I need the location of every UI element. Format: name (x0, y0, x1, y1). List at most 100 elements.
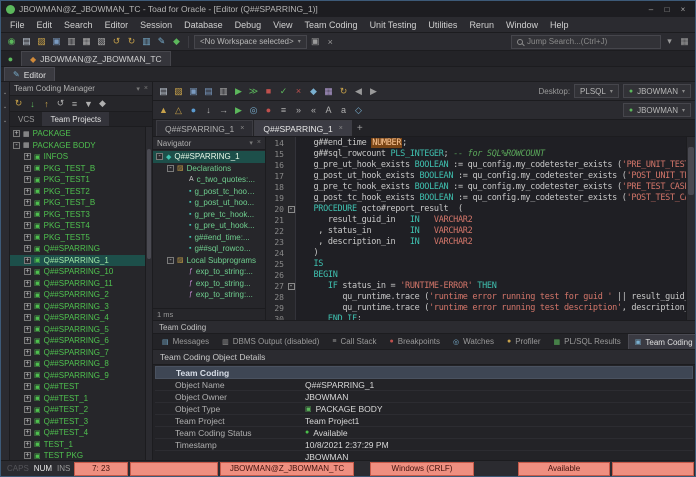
tree-item-exp-to-string[interactable]: ƒexp_to_string... (153, 278, 265, 290)
session-select[interactable]: ● JBOWMAN ▾ (623, 103, 691, 117)
expand-toggle-icon[interactable]: + (24, 234, 31, 241)
menu-search[interactable]: Search (58, 20, 99, 30)
code-line[interactable]: ) (299, 248, 686, 259)
tree-item-q-sparring-9[interactable]: +▣Q##SPARRING_9 (10, 370, 152, 382)
expand-toggle-icon[interactable]: + (24, 165, 31, 172)
session-browser-icon[interactable]: ◆ (170, 35, 183, 48)
menu-view[interactable]: View (267, 20, 298, 30)
minimize-button[interactable]: – (644, 3, 658, 15)
tree-item-q-sparring-3[interactable]: +▣Q##SPARRING_3 (10, 301, 152, 313)
tree-item-package[interactable]: +▦PACKAGE (10, 128, 152, 140)
expand-toggle-icon[interactable]: + (24, 257, 31, 264)
menu-utilities[interactable]: Utilities (422, 20, 463, 30)
expand-toggle-icon[interactable]: + (24, 349, 31, 356)
toggle-breakpoint-icon[interactable]: ● (262, 104, 275, 117)
expand-toggle-icon[interactable]: + (24, 153, 31, 160)
tree-item-q-sparring-1[interactable]: +▣Q##SPARRING_1 (10, 255, 152, 267)
expand-toggle-icon[interactable]: + (24, 418, 31, 425)
menu-edit[interactable]: Edit (31, 20, 59, 30)
copy-icon[interactable]: ▦ (80, 35, 93, 48)
new-tab-icon[interactable]: ▤ (157, 85, 170, 98)
code-line[interactable]: qu_runtime.trace ('runtime error running… (299, 303, 686, 314)
format-code-icon[interactable]: ≡ (277, 104, 290, 117)
expand-toggle-icon[interactable]: + (24, 395, 31, 402)
rollback-icon[interactable]: × (292, 85, 305, 98)
expand-toggle-icon[interactable]: + (24, 268, 31, 275)
tree-item-g-pre-ut-hook[interactable]: ▪g_pre_ut_hook... (153, 220, 265, 232)
expand-toggle-icon[interactable]: + (24, 406, 31, 413)
settings-icon[interactable]: ◆ (96, 97, 109, 110)
detail-row[interactable]: Team Coding Status●Available (155, 427, 693, 439)
strip-panel-icon[interactable]: ▪ (2, 104, 9, 111)
tab-team-projects[interactable]: Team Projects (42, 112, 109, 126)
close-workspace-icon[interactable]: × (324, 35, 337, 48)
bottom-tab-call-stack[interactable]: ≡Call Stack (326, 334, 382, 349)
tree-item-q-sparring-2[interactable]: +▣Q##SPARRING_2 (10, 289, 152, 301)
tree-item-test-pkg[interactable]: +▣TEST PKG (10, 450, 152, 460)
tree-item-q-test[interactable]: +▣Q##TEST (10, 381, 152, 393)
menu-team-coding[interactable]: Team Coding (299, 20, 364, 30)
desktop-select[interactable]: PLSQL ▾ (574, 84, 619, 98)
detail-row[interactable]: JBOWMAN (155, 451, 693, 460)
describe-icon[interactable]: ▦ (322, 85, 335, 98)
bottom-tab-pl-sql-results[interactable]: ▦PL/SQL Results (548, 334, 627, 349)
code-text[interactable]: g##end_time NUMBER; g##sql_rowcount PLS_… (296, 137, 686, 320)
outdent-icon[interactable]: « (307, 104, 320, 117)
code-line[interactable]: IS (299, 259, 686, 270)
uppercase-icon[interactable]: A (322, 104, 335, 117)
open-file-icon[interactable]: ▨ (35, 35, 48, 48)
detail-row[interactable]: Timestamp10/8/2021 2:37:29 PM (155, 439, 693, 451)
close-button[interactable]: × (676, 3, 690, 15)
schema-browser-icon[interactable]: ▥ (140, 35, 153, 48)
workspace-select[interactable]: <No Workspace selected> ▾ (194, 35, 307, 49)
tree-item-q-test-2[interactable]: +▣Q##TEST_2 (10, 404, 152, 416)
expand-toggle-icon[interactable]: - (156, 153, 163, 160)
tree-scrollbar-thumb[interactable] (147, 149, 151, 259)
tree-item-q-sparring[interactable]: +▣Q##SPARRING (10, 243, 152, 255)
code-editor[interactable]: 1415161718192021222324252627282930 -- g#… (266, 137, 695, 320)
menu-session[interactable]: Session (134, 20, 178, 30)
step-over-icon[interactable]: → (217, 104, 230, 117)
expand-toggle-icon[interactable]: + (24, 222, 31, 229)
check-in-icon[interactable]: ↓ (26, 97, 39, 110)
code-line[interactable]: BEGIN (299, 270, 686, 281)
add-watch-icon[interactable]: ◎ (247, 104, 260, 117)
undo-checkout-icon[interactable]: ↺ (54, 97, 67, 110)
expand-toggle-icon[interactable]: - (167, 257, 174, 264)
new-document-icon[interactable]: ▤ (20, 35, 33, 48)
history-icon[interactable]: ≡ (68, 97, 81, 110)
bottom-tab-watches[interactable]: ◎Watches (447, 334, 500, 349)
code-line[interactable]: g_post_ut_hook_exists BOOLEAN := qu_conf… (299, 171, 686, 182)
menu-debug[interactable]: Debug (229, 20, 268, 30)
refresh-icon[interactable]: ↻ (12, 97, 25, 110)
undo-icon[interactable]: ↺ (110, 35, 123, 48)
filter-icon[interactable]: ▼ (82, 97, 95, 110)
tree-item-g-post-ut-hoo[interactable]: ▪g_post_ut_hoo... (153, 197, 265, 209)
check-out-icon[interactable]: ↑ (40, 97, 53, 110)
tree-item-c-two-quotes[interactable]: Ac_two_quotes:... (153, 174, 265, 186)
menu-help[interactable]: Help (544, 20, 575, 30)
navigator-menu-icon[interactable]: ▾ (249, 139, 253, 147)
code-line[interactable]: g##sql_rowcount PLS_INTEGER; -- for SQL%… (299, 149, 686, 160)
bottom-tab-breakpoints[interactable]: ●Breakpoints (384, 334, 446, 349)
expand-toggle-icon[interactable]: + (24, 429, 31, 436)
navigator-close-icon[interactable]: × (257, 139, 261, 147)
expand-toggle-icon[interactable]: - (13, 142, 20, 149)
tree-item-infos[interactable]: +▣INFOS (10, 151, 152, 163)
editor-tab-q-sparring-1[interactable]: Q##SPARRING_1× (254, 120, 351, 136)
expand-toggle-icon[interactable]: + (24, 452, 31, 459)
tree-item-q-sparring-10[interactable]: +▣Q##SPARRING_10 (10, 266, 152, 278)
editor-document-tab[interactable]: ✎ Editor (4, 67, 55, 81)
panel-close-icon[interactable]: × (144, 85, 148, 93)
code-line[interactable]: g##end_time NUMBER; (299, 138, 686, 149)
maximize-button[interactable]: □ (660, 3, 674, 15)
tree-item-g-end-time[interactable]: ▪g##end_time:... (153, 232, 265, 244)
tree-item-local-subprograms[interactable]: -▨Local Subprograms (153, 255, 265, 267)
desktop-panels-icon[interactable]: ▦ (678, 35, 691, 48)
refresh-icon[interactable]: ↻ (337, 85, 350, 98)
expand-toggle-icon[interactable]: + (24, 326, 31, 333)
code-line[interactable]: result_guid_in IN VARCHAR2 (299, 215, 686, 226)
step-into-icon[interactable]: ↓ (202, 104, 215, 117)
tree-item-declarations[interactable]: -▨Declarations (153, 163, 265, 175)
code-line[interactable]: qu_runtime.trace ('runtime error running… (299, 292, 686, 303)
